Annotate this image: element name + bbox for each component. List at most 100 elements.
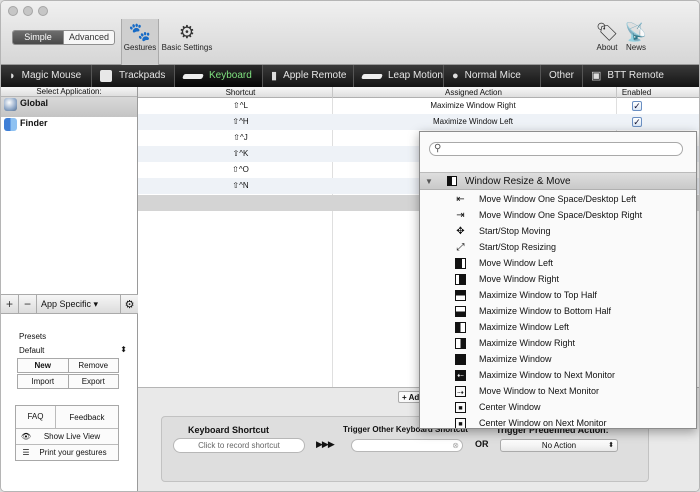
column-header-action[interactable]: Assigned Action [332, 87, 614, 98]
search-icon: ⚲ [434, 143, 442, 154]
tab-other[interactable]: Other [541, 65, 583, 87]
basic-settings-tool-button[interactable]: ⚙ Basic Settings [161, 21, 213, 52]
app-row-global[interactable]: Global [1, 97, 137, 117]
top-half-icon [455, 290, 466, 301]
action-group-window-resize[interactable]: ▼ Window Resize & Move [420, 172, 696, 190]
app-name: Global [20, 98, 49, 108]
tab-leap-motion[interactable]: Leap Motion [354, 65, 444, 87]
action-item[interactable]: Maximize Window Right [420, 335, 696, 351]
resize-diagonal-icon: ⤢ [456, 242, 465, 253]
shortcut-cell: ⇧^N [232, 181, 249, 190]
paw-icon: 🐾 [128, 22, 152, 42]
close-window-button[interactable] [8, 6, 18, 16]
faq-button[interactable]: FAQ [16, 406, 56, 428]
shortcut-cell: ⇧^K [232, 149, 249, 158]
export-preset-button[interactable]: Export [67, 375, 119, 388]
about-tool-button[interactable]: 🏷 About [594, 21, 620, 52]
table-row[interactable]: ⇧^L Maximize Window Right ✓ [138, 98, 699, 114]
mouse-icon: ● [452, 70, 459, 82]
action-item[interactable]: Move Window Left [420, 255, 696, 271]
presets-label: Presets [19, 332, 47, 341]
remove-preset-button[interactable]: Remove [67, 359, 119, 372]
gestures-tool-button[interactable]: 🐾 Gestures [123, 21, 157, 52]
action-item[interactable]: ■ Center Window [420, 399, 696, 415]
action-item-label: Center Window on Next Monitor [479, 418, 607, 428]
action-item[interactable]: ⤢ Start/Stop Resizing [420, 239, 696, 255]
predefined-action-select[interactable]: No Action ⬍ [500, 439, 618, 452]
action-item[interactable]: Maximize Window Left [420, 319, 696, 335]
or-label: OR [475, 439, 489, 449]
mode-simple-button[interactable]: Simple [13, 31, 63, 44]
app-row-finder[interactable]: Finder [1, 117, 137, 137]
window-left-icon [455, 258, 466, 269]
action-cell: Maximize Window Left [432, 117, 514, 126]
minimize-window-button[interactable] [23, 6, 33, 16]
app-list-controls: + − App Specific ▾ ⚙ [1, 294, 138, 314]
gear-icon[interactable]: ⚙ [121, 298, 138, 311]
action-item-label: Move Window One Space/Desktop Right [479, 210, 643, 220]
action-item-label: Maximize Window to Next Monitor [479, 370, 616, 380]
move-cross-icon: ✥ [456, 226, 465, 237]
action-item-label: Maximize Window Left [479, 322, 570, 332]
updown-arrows-icon: ⬍ [120, 345, 127, 354]
updown-arrows-icon: ⬍ [608, 442, 614, 449]
tab-label: Magic Mouse [21, 70, 82, 81]
app-specific-label: App Specific [41, 298, 92, 309]
gear-icon: ⚙ [178, 22, 196, 42]
disclosure-triangle-icon[interactable]: ▼ [425, 173, 433, 190]
action-item-label: Move Window Right [479, 274, 560, 284]
shortcut-cell: ⇧^O [232, 165, 249, 174]
action-item[interactable]: ⇢ Move Window to Next Monitor [420, 383, 696, 399]
enabled-checkbox[interactable]: ✓ [632, 117, 642, 127]
action-item[interactable]: ⇥ Move Window One Space/Desktop Right [420, 207, 696, 223]
show-live-view-button[interactable]: 👁 Show Live View [16, 428, 118, 444]
clear-icon[interactable]: ⊗ [452, 441, 459, 450]
feedback-button[interactable]: Feedback [56, 413, 118, 422]
action-group-label: Window Resize & Move [465, 176, 571, 187]
tab-keyboard[interactable]: Keyboard [175, 65, 263, 87]
tab-magic-mouse[interactable]: ◗ Magic Mouse [1, 65, 92, 87]
action-item[interactable]: Maximize Window to Top Half [420, 287, 696, 303]
preset-buttons-row-2: Import Export [17, 374, 119, 389]
help-row: FAQ Feedback [16, 406, 118, 428]
window-right-icon [455, 274, 466, 285]
action-search-input[interactable]: ⚲ [429, 142, 683, 156]
app-specific-dropdown[interactable]: App Specific ▾ [37, 294, 121, 314]
trackpad-icon [100, 70, 112, 82]
tab-label: Apple Remote [283, 70, 347, 81]
print-gestures-button[interactable]: ☰ Print your gestures [16, 444, 118, 460]
action-item[interactable]: ■ Center Window on Next Monitor [420, 415, 696, 428]
preset-select[interactable]: Default ⬍ [19, 345, 127, 355]
record-shortcut-field[interactable]: Click to record shortcut [173, 438, 305, 453]
help-buttons: FAQ Feedback 👁 Show Live View ☰ Print yo… [15, 405, 119, 461]
finder-icon [4, 118, 17, 131]
tab-apple-remote[interactable]: ▮ Apple Remote [263, 65, 354, 87]
action-item[interactable]: Move Window Right [420, 271, 696, 287]
globe-icon [4, 98, 17, 111]
tab-normal-mice[interactable]: ● Normal Mice [444, 65, 541, 87]
tab-label: BTT Remote [607, 70, 664, 81]
action-cell: Maximize Window Right [430, 101, 516, 110]
add-app-button[interactable]: + [1, 294, 19, 314]
action-item[interactable]: Maximize Window to Bottom Half [420, 303, 696, 319]
column-header-enabled[interactable]: Enabled [616, 87, 656, 98]
news-tool-button[interactable]: 📡 News [623, 21, 649, 52]
enabled-checkbox[interactable]: ✓ [632, 101, 642, 111]
action-item[interactable]: Maximize Window [420, 351, 696, 367]
action-item[interactable]: ⇠ Maximize Window to Next Monitor [420, 367, 696, 383]
zoom-window-button[interactable] [38, 6, 48, 16]
table-row[interactable]: ⇧^H Maximize Window Left ✓ [138, 114, 699, 130]
broadcast-icon: 📡 [624, 22, 648, 42]
mode-advanced-button[interactable]: Advanced [63, 31, 114, 44]
tab-trackpads[interactable]: Trackpads [92, 65, 175, 87]
center-window-icon: ■ [455, 402, 466, 413]
import-preset-button[interactable]: Import [18, 375, 68, 388]
column-header-shortcut[interactable]: Shortcut [198, 87, 283, 98]
new-preset-button[interactable]: New [18, 359, 68, 372]
remove-app-button[interactable]: − [19, 294, 37, 314]
action-item[interactable]: ⇤ Move Window One Space/Desktop Left [420, 191, 696, 207]
tab-btt-remote[interactable]: ▣ BTT Remote [583, 65, 699, 87]
remote-icon: ▮ [271, 70, 278, 82]
action-item[interactable]: ✥ Start/Stop Moving [420, 223, 696, 239]
trigger-shortcut-field[interactable]: ⊗ [351, 439, 463, 452]
